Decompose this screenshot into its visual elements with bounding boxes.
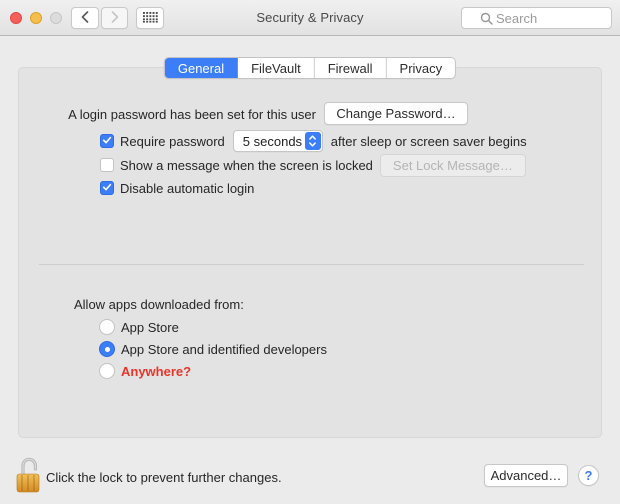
search-field[interactable] (461, 7, 612, 29)
checkmark-icon (101, 134, 113, 149)
search-icon (480, 12, 494, 29)
lock-message-checkbox[interactable] (100, 158, 114, 172)
radio-row-identified-devs: App Store and identified developers (99, 339, 327, 359)
auto-login-label: Disable automatic login (120, 181, 254, 196)
advanced-button[interactable]: Advanced… (484, 464, 568, 487)
search-input[interactable] (496, 11, 596, 26)
identified-devs-radio[interactable] (99, 341, 115, 357)
allow-apps-heading: Allow apps downloaded from: (74, 297, 244, 312)
anywhere-radio[interactable] (99, 363, 115, 379)
anywhere-label: Anywhere? (121, 364, 191, 379)
lock-message-row: Show a message when the screen is locked… (100, 154, 526, 176)
tab-general[interactable]: General (165, 58, 238, 78)
tab-bar: General FileVault Firewall Privacy (164, 57, 456, 79)
radio-row-anywhere: Anywhere? (99, 361, 191, 381)
section-divider (39, 264, 584, 265)
tab-privacy[interactable]: Privacy (387, 58, 456, 78)
set-lock-message-button: Set Lock Message… (380, 154, 526, 177)
general-pane (18, 67, 602, 438)
lock-icon[interactable] (15, 454, 42, 497)
stepper-arrows-icon (305, 132, 321, 150)
app-store-label: App Store (121, 320, 179, 335)
lock-message-label: Show a message when the screen is locked (120, 158, 373, 173)
lock-hint-text: Click the lock to prevent further change… (46, 470, 282, 485)
auto-login-checkbox[interactable] (100, 181, 114, 195)
require-password-checkbox[interactable] (100, 134, 114, 148)
delay-select-value: 5 seconds (243, 134, 302, 149)
require-password-row: Require password 5 seconds after sleep o… (100, 130, 527, 152)
password-status-label: A login password has been set for this u… (68, 107, 316, 122)
tab-filevault[interactable]: FileVault (238, 58, 315, 78)
auto-login-row: Disable automatic login (100, 177, 254, 199)
help-button[interactable]: ? (578, 465, 599, 486)
require-password-suffix: after sleep or screen saver begins (331, 134, 527, 149)
tab-firewall[interactable]: Firewall (315, 58, 387, 78)
require-password-label: Require password (120, 134, 225, 149)
app-store-radio[interactable] (99, 319, 115, 335)
title-bar: Security & Privacy (0, 0, 620, 36)
radio-row-app-store: App Store (99, 317, 179, 337)
checkmark-icon (101, 181, 113, 196)
delay-select[interactable]: 5 seconds (233, 130, 323, 152)
question-mark-icon: ? (585, 468, 593, 483)
change-password-button[interactable]: Change Password… (324, 102, 468, 125)
identified-devs-label: App Store and identified developers (121, 342, 327, 357)
